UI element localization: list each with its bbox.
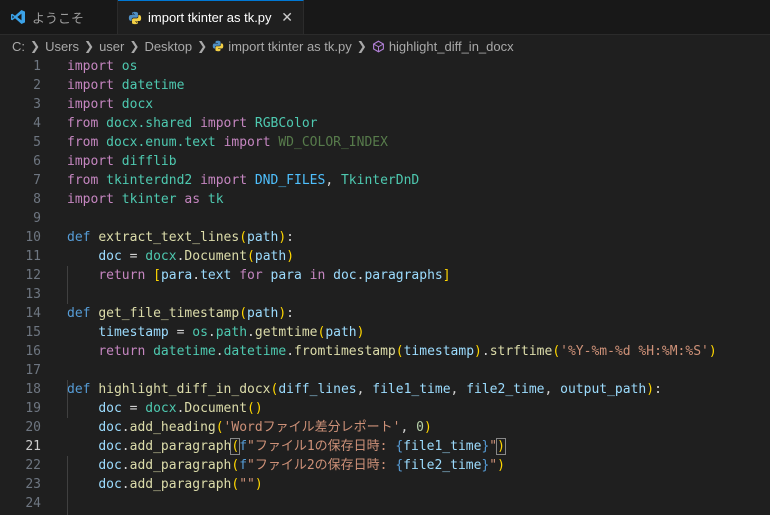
line-number: 8 [33,192,41,207]
code-line: 19 doc = docx.Document() [0,399,770,418]
tab-label: import tkinter as tk.py [148,10,272,25]
python-file-icon [212,40,224,52]
line-number: 18 [25,382,41,397]
line-number: 4 [33,116,41,131]
code-line: 18 def highlight_diff_in_docx(diff_lines,… [0,380,770,399]
breadcrumb-item[interactable]: Users [45,39,79,54]
code-line: 14 def get_file_timestamp(path): [0,304,770,323]
line-number: 9 [33,211,41,226]
code-line: 12 return [para.text for para in doc.par… [0,266,770,285]
code-line: 4 from docx.shared import RGBColor [0,114,770,133]
python-file-icon [128,11,142,24]
code-line: 17 [0,361,770,380]
line-number: 13 [25,287,41,302]
chevron-right-icon: ❯ [356,39,367,53]
chevron-right-icon: ❯ [197,39,208,53]
code-line: 15 timestamp = os.path.getmtime(path) [0,323,770,342]
line-number: 5 [33,135,41,150]
chevron-right-icon: ❯ [84,39,95,53]
line-number: 6 [33,154,41,169]
code-line: 23 doc.add_paragraph("") [0,475,770,494]
code-line: 11 doc = docx.Document(path) [0,247,770,266]
line-number: 2 [33,78,41,93]
breadcrumb-item[interactable]: import tkinter as tk.py [228,39,352,54]
breadcrumb: C: ❯ Users ❯ user ❯ Desktop ❯ import tki… [0,35,770,57]
code-line: 2 import datetime [0,76,770,95]
line-number: 10 [25,230,41,245]
breadcrumb-item[interactable]: highlight_diff_in_docx [389,39,514,54]
breadcrumb-item[interactable]: Desktop [144,39,192,54]
line-number: 7 [33,173,41,188]
code-line: 13 [0,285,770,304]
line-number: 15 [25,325,41,340]
tab-welcome[interactable]: ようこそ [0,0,118,34]
code-line: 24 [0,494,770,513]
code-line: 1 import os [0,57,770,76]
chevron-right-icon: ❯ [30,39,41,53]
tab-bar: ようこそ import tkinter as tk.py ✕ [0,0,770,35]
code-line: 10 def extract_text_lines(path): [0,228,770,247]
function-symbol-icon [372,40,384,52]
code-line: 9 [0,209,770,228]
tab-python-file[interactable]: import tkinter as tk.py ✕ [118,0,304,34]
line-number: 16 [25,344,41,359]
line-number: 14 [25,306,41,321]
code-line: 7 from tkinterdnd2 import DND_FILES, Tkin… [0,171,770,190]
line-number: 19 [25,401,41,416]
line-number: 20 [25,420,41,435]
code-editor[interactable]: 1 import os 2 import datetime 3 import docx… [0,57,770,515]
line-number: 23 [25,477,41,492]
code-line: 5 from docx.enum.text import WD_COLOR_IND… [0,133,770,152]
code-line-current: 21 doc.add_paragraph(f"ファイル1の保存日時: {file… [0,437,770,456]
code-line: 3 import docx [0,95,770,114]
breadcrumb-item[interactable]: C: [12,39,25,54]
line-number: 24 [25,496,41,511]
line-number: 1 [33,59,41,74]
line-number: 12 [25,268,41,283]
tab-label: ようこそ [32,10,85,26]
close-icon[interactable]: ✕ [281,9,293,26]
code-line: 8 import tkinter as tk [0,190,770,209]
line-number: 3 [33,97,41,112]
code-line: 20 doc.add_heading('Wordファイル差分レポート', 0) [0,418,770,437]
line-number: 17 [25,363,41,378]
chevron-right-icon: ❯ [129,39,140,53]
line-number: 22 [25,458,41,473]
breadcrumb-item[interactable]: user [99,39,124,54]
vscode-icon [11,10,25,24]
code-line: 16 return datetime.datetime.fromtimestam… [0,342,770,361]
code-line: 6 import difflib [0,152,770,171]
code-line: 22 doc.add_paragraph(f"ファイル2の保存日時: {file… [0,456,770,475]
line-number: 21 [25,439,41,454]
line-number: 11 [25,249,41,264]
